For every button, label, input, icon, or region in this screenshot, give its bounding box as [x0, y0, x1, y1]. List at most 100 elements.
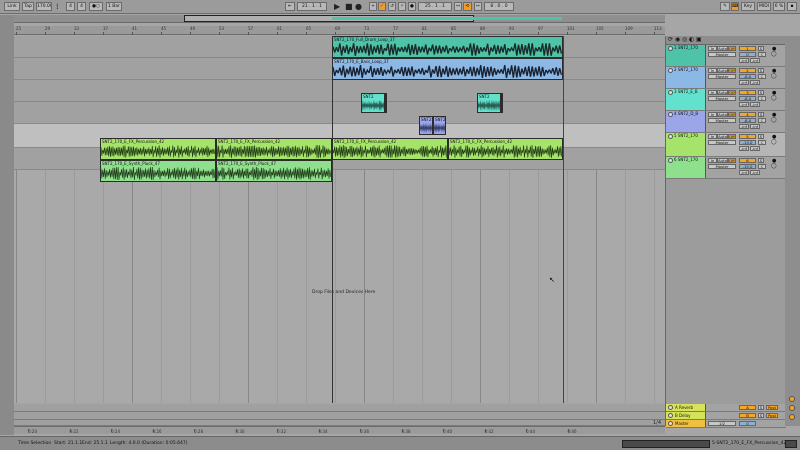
- return-track-name[interactable]: Master: [666, 420, 706, 427]
- return-lane-b[interactable]: [14, 412, 665, 420]
- send-b-field[interactable]: -inf: [750, 170, 760, 175]
- track-volume-field[interactable]: -13.0: [739, 140, 756, 145]
- session-record-button[interactable]: ●: [408, 2, 416, 11]
- track-lane[interactable]: [14, 102, 665, 124]
- output-routing-select[interactable]: Master: [708, 52, 736, 57]
- return-activator-icon[interactable]: [668, 405, 673, 410]
- track-activator-button[interactable]: 1: [739, 46, 756, 51]
- send-b-field[interactable]: -inf: [750, 80, 760, 85]
- track-header[interactable]: 5 SNT2_170 In Auto Off Master 5 S -13.0 C -inf -in…: [666, 133, 786, 157]
- status-midi-strip[interactable]: [785, 440, 797, 448]
- capture-midi-button[interactable]: ✧: [398, 2, 406, 11]
- follow-button[interactable]: ⇤: [285, 2, 295, 11]
- pan-knob-icon[interactable]: ◯: [771, 95, 777, 101]
- master-volume-field[interactable]: 0: [739, 421, 756, 426]
- re-enable-automation-button[interactable]: ↺: [388, 2, 396, 11]
- arrangement-clip[interactable]: SNT2: [419, 116, 433, 135]
- mixer-toggle-icon[interactable]: ◉: [675, 37, 680, 43]
- metronome-interval[interactable]: 1 Bar: [106, 2, 122, 11]
- quantization-label[interactable]: 1/4: [653, 420, 661, 426]
- return-activator-button[interactable]: B: [739, 413, 756, 418]
- arrangement-clip[interactable]: SNT2: [477, 93, 501, 113]
- stop-icon[interactable]: ■: [345, 1, 353, 13]
- draw-mode-button[interactable]: ✎: [720, 2, 730, 11]
- track-pan-field[interactable]: C: [758, 52, 766, 57]
- monitor-auto-button[interactable]: Auto: [717, 112, 728, 117]
- loop-length-field[interactable]: 8 . 0 . 0: [484, 2, 514, 11]
- return-activator-icon[interactable]: [668, 413, 673, 418]
- track-volume-field[interactable]: -8.0: [739, 96, 756, 101]
- arrangement-clip[interactable]: SNT2_170_E_Bass_Loop_37: [332, 58, 563, 80]
- arrangement-clip[interactable]: SNT2_170_E_FX_Percussion_42: [448, 138, 563, 160]
- solo-button[interactable]: S: [758, 112, 764, 117]
- mixer-toggle-icon[interactable]: ◎: [682, 37, 687, 43]
- track-header[interactable]: 6 SNT2_170 In Auto Off Master 6 S -15.0 C -inf -in…: [666, 157, 786, 179]
- return-solo-button[interactable]: S: [758, 413, 764, 418]
- play-icon[interactable]: ▶: [334, 1, 340, 13]
- send-b-field[interactable]: -inf: [750, 102, 760, 107]
- send-a-field[interactable]: -inf: [739, 102, 749, 107]
- monitor-in-button[interactable]: In: [708, 46, 717, 51]
- master-output-select[interactable]: 1/2: [708, 421, 736, 426]
- output-routing-select[interactable]: Master: [708, 96, 736, 101]
- send-a-field[interactable]: -inf: [739, 58, 749, 63]
- track-pan-field[interactable]: C: [758, 164, 766, 169]
- solo-button[interactable]: S: [758, 68, 764, 73]
- monitor-auto-button[interactable]: Auto: [717, 68, 728, 73]
- time-sig-denominator[interactable]: 4: [77, 2, 86, 11]
- track-pan-field[interactable]: C: [758, 96, 766, 101]
- send-b-field[interactable]: -inf: [750, 58, 760, 63]
- track-activator-icon[interactable]: [668, 46, 673, 51]
- link-button[interactable]: Link: [4, 2, 20, 11]
- return-track-name[interactable]: A Reverb: [666, 404, 706, 411]
- track-name[interactable]: 4 SNT2_D_B: [666, 111, 706, 132]
- overdub-button[interactable]: +: [369, 2, 377, 11]
- track-name[interactable]: 3 SNT2_E_B: [666, 89, 706, 110]
- track-activator-button[interactable]: 6: [739, 158, 756, 163]
- track-header[interactable]: 3 SNT2_E_B In Auto Off Master 3 S -8.0 C -inf -inf…: [666, 89, 786, 111]
- monitor-auto-button[interactable]: Auto: [717, 134, 728, 139]
- mixer-toggle-icon[interactable]: ⟳: [668, 37, 673, 43]
- monitor-auto-button[interactable]: Auto: [717, 158, 728, 163]
- loop-switch[interactable]: ⟲: [463, 2, 472, 11]
- track-activator-icon[interactable]: [668, 68, 673, 73]
- track-activator-button[interactable]: 4: [739, 112, 756, 117]
- track-name[interactable]: 6 SNT2_170: [666, 157, 706, 178]
- track-activator-icon[interactable]: [668, 158, 673, 163]
- track-volume-field[interactable]: -8.0: [739, 74, 756, 79]
- master-indicator-icon[interactable]: [789, 414, 795, 420]
- tap-button[interactable]: Tap: [22, 2, 34, 11]
- tempo-field[interactable]: 170.00: [36, 2, 52, 11]
- record-icon[interactable]: ●: [355, 1, 362, 13]
- return-pre-post-button[interactable]: Post: [766, 405, 778, 410]
- track-pan-field[interactable]: C: [758, 118, 766, 123]
- arrangement-clip[interactable]: SNT2_170_E_FX_Percussion_42: [216, 138, 332, 160]
- return-track-header[interactable]: B Delay B S Post: [666, 412, 786, 420]
- automation-arm-button[interactable]: ⟋: [378, 2, 386, 11]
- track-pan-field[interactable]: C: [758, 140, 766, 145]
- track-header[interactable]: 1 SNT2_170 In Auto Off Master 1 S 0 C -inf -inf ● ◯: [666, 45, 786, 67]
- solo-button[interactable]: S: [758, 46, 764, 51]
- midi-map-button[interactable]: MIDI: [757, 2, 771, 11]
- output-routing-select[interactable]: Master: [708, 118, 736, 123]
- return-track-header[interactable]: Master 1/2 0: [666, 420, 786, 428]
- track-activator-button[interactable]: 2: [739, 68, 756, 73]
- send-a-field[interactable]: -inf: [739, 146, 749, 151]
- pan-knob-icon[interactable]: ◯: [771, 139, 777, 145]
- pan-knob-icon[interactable]: ◯: [771, 51, 777, 57]
- send-b-field[interactable]: -inf: [750, 124, 760, 129]
- status-keyboard-strip[interactable]: [622, 440, 710, 448]
- track-name[interactable]: 5 SNT2_170: [666, 133, 706, 156]
- return-solo-button[interactable]: S: [758, 405, 764, 410]
- send-b-field[interactable]: -inf: [750, 146, 760, 151]
- track-volume-field[interactable]: -8.0: [739, 118, 756, 123]
- track-pan-field[interactable]: C: [758, 74, 766, 79]
- arrangement-clip[interactable]: SNT2_170_Full_Drum_Loop_37: [332, 36, 563, 58]
- track-activator-icon[interactable]: [668, 134, 673, 139]
- pan-knob-icon[interactable]: ◯: [771, 73, 777, 79]
- arrangement-clip[interactable]: SNT2_170_E_FX_Percussion_42: [332, 138, 448, 160]
- arrangement-clip[interactable]: SNT2: [361, 93, 385, 113]
- arrangement-view[interactable]: Drop Files and Devices Here ↖ SNT2_170_F…: [14, 36, 665, 403]
- arrangement-clip[interactable]: SNT2_170_E_Synth_Pluck_47: [100, 160, 216, 182]
- return-lane-a[interactable]: [14, 404, 665, 412]
